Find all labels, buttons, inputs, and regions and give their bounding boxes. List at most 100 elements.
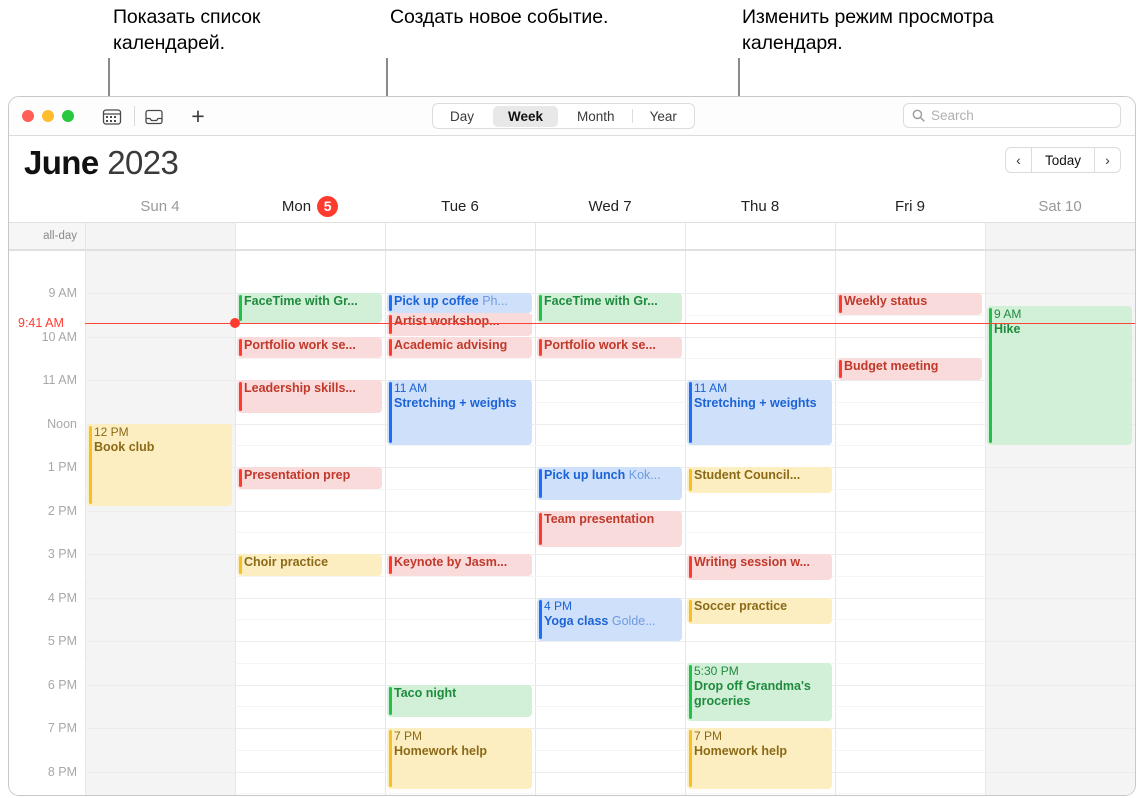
calendar-event[interactable]: Leadership skills... — [237, 380, 382, 413]
all-day-cell-1[interactable] — [235, 223, 385, 249]
inbox-icon[interactable] — [143, 106, 165, 128]
calendar-event[interactable]: Weekly status — [837, 293, 982, 315]
time-label: 5 PM — [47, 634, 77, 648]
view-year-button[interactable]: Year — [635, 106, 692, 127]
event-title: Stretching + weights — [394, 396, 517, 410]
calendar-event[interactable]: 12 PM Book club — [87, 423, 232, 507]
all-day-cell-2[interactable] — [385, 223, 535, 249]
calendar-event[interactable]: FaceTime with Gr... — [537, 293, 682, 324]
event-title: Student Council... — [694, 468, 801, 482]
day-header-3[interactable]: Wed 7 — [535, 190, 685, 222]
day-column-1[interactable] — [235, 251, 385, 795]
toolbar: + Day Week Month Year Search — [9, 97, 1135, 136]
day-header-label: Thu 8 — [740, 197, 780, 215]
time-label: 11 AM — [42, 373, 77, 387]
calendar-event[interactable]: 7 PM Homework help — [387, 728, 532, 789]
event-title: Choir practice — [244, 555, 329, 569]
calendar-event[interactable]: 4 PM Yoga class Golde... — [537, 597, 682, 641]
calendar-event[interactable]: Academic advising — [387, 336, 532, 359]
calendar-event[interactable]: Writing session w... — [687, 554, 832, 581]
day-header-label: Sun 4 — [140, 197, 180, 215]
half-hour-line — [85, 749, 1135, 751]
calendar-event[interactable]: 11 AM Stretching + weights — [387, 380, 532, 446]
calendar-event[interactable]: Presentation prep — [237, 467, 382, 489]
all-day-cell-3[interactable] — [535, 223, 685, 249]
calendar-event[interactable]: 9 AM Hike — [987, 306, 1132, 446]
time-label: 9 AM — [48, 286, 78, 300]
day-header-2[interactable]: Tue 6 — [385, 190, 535, 222]
calendar-event[interactable]: Portfolio work se... — [537, 336, 682, 359]
all-day-cell-6[interactable] — [985, 223, 1135, 249]
event-title: FaceTime with Gr... — [244, 294, 358, 308]
event-color-bar — [689, 382, 692, 444]
all-day-cell-5[interactable] — [835, 223, 985, 249]
view-day-button[interactable]: Day — [435, 106, 489, 127]
day-header-1[interactable]: Mon 5 — [235, 190, 385, 222]
event-color-bar — [689, 469, 692, 492]
current-month: June — [24, 144, 99, 181]
calendar-event[interactable]: Student Council... — [687, 467, 832, 494]
week-grid[interactable]: 9 AM 10 AM 11 AM Noon 1 PM 2 PM 3 PM 4 PM 5 PM 6 … — [9, 251, 1135, 795]
day-header-label: Wed 7 — [588, 197, 632, 215]
event-color-bar — [239, 382, 242, 411]
calendar-event[interactable]: Budget meeting — [837, 358, 982, 380]
search-field[interactable]: Search — [903, 103, 1121, 128]
event-color-bar — [239, 338, 242, 357]
event-time: 7 PM — [694, 729, 723, 743]
event-color-bar — [389, 730, 392, 787]
add-event-button[interactable]: + — [185, 103, 211, 129]
event-color-bar — [389, 686, 392, 716]
event-color-bar — [239, 295, 242, 322]
all-day-cell-0[interactable] — [85, 223, 235, 249]
next-week-button[interactable]: › — [1095, 147, 1121, 173]
calendar-event[interactable]: Portfolio work se... — [237, 336, 382, 359]
event-color-bar — [239, 469, 242, 487]
view-month-button[interactable]: Month — [562, 106, 630, 127]
day-column-5[interactable] — [835, 251, 985, 795]
calendar-event[interactable]: Pick up lunch Kok... — [537, 467, 682, 500]
day-header-5[interactable]: Fri 9 — [835, 190, 985, 222]
event-time: 7 PM — [394, 729, 423, 743]
event-title: Stretching + weights — [694, 396, 817, 410]
today-button[interactable]: Today — [1030, 147, 1095, 173]
zoom-button[interactable] — [62, 110, 74, 122]
calendar-event[interactable]: 5:30 PM Drop off Grandma's groceries — [687, 662, 832, 722]
half-hour-line — [85, 706, 1135, 708]
calendar-event[interactable]: Artist workshop... — [387, 312, 532, 337]
calendar-event[interactable]: Team presentation — [537, 510, 682, 548]
day-header-0[interactable]: Sun 4 — [85, 190, 235, 222]
event-color-bar — [389, 314, 392, 335]
event-title: Soccer practice — [694, 598, 788, 613]
day-header-6[interactable]: Sat 10 — [985, 190, 1135, 222]
day-header-4[interactable]: Thu 8 — [685, 190, 835, 222]
event-color-bar — [839, 360, 842, 378]
close-button[interactable] — [22, 110, 34, 122]
time-label: Noon — [47, 416, 77, 431]
day-header-row: Sun 4 Mon 5 Tue 6 Wed 7 Thu 8 Fri 9 Sat 10 — [9, 190, 1135, 222]
calendar-event[interactable]: FaceTime with Gr... — [237, 293, 382, 324]
all-day-cell-4[interactable] — [685, 223, 835, 249]
event-title: Artist workshop... — [394, 313, 500, 328]
callout-show-calendar-list: Показать список календарей. — [113, 6, 261, 54]
time-label: 7 PM — [47, 721, 77, 735]
current-year: 2023 — [107, 144, 179, 181]
calendar-event[interactable]: Choir practice — [237, 554, 382, 576]
calendar-icon[interactable] — [101, 106, 123, 128]
time-label: 8 PM — [47, 764, 77, 779]
time-label: 6 PM — [47, 677, 77, 692]
calendar-event[interactable]: 11 AM Stretching + weights — [687, 380, 832, 446]
minimize-button[interactable] — [42, 110, 54, 122]
calendar-event[interactable]: Taco night — [387, 684, 532, 718]
day-column-0[interactable] — [85, 251, 235, 795]
calendar-event[interactable]: 7 PM Homework help — [687, 728, 832, 789]
calendar-event[interactable]: Soccer practice — [687, 597, 832, 624]
prev-week-button[interactable]: ‹ — [1004, 147, 1031, 173]
calendar-event[interactable]: Keynote by Jasm... — [387, 554, 532, 576]
view-week-button[interactable]: Week — [493, 105, 559, 127]
event-color-bar — [539, 469, 542, 498]
event-title: Yoga class Golde... — [544, 613, 656, 628]
time-label: 3 PM — [47, 547, 77, 561]
calendar-event[interactable]: Pick up coffee Ph... — [387, 293, 532, 313]
event-title: Team presentation — [544, 511, 655, 526]
event-color-bar — [539, 295, 542, 322]
